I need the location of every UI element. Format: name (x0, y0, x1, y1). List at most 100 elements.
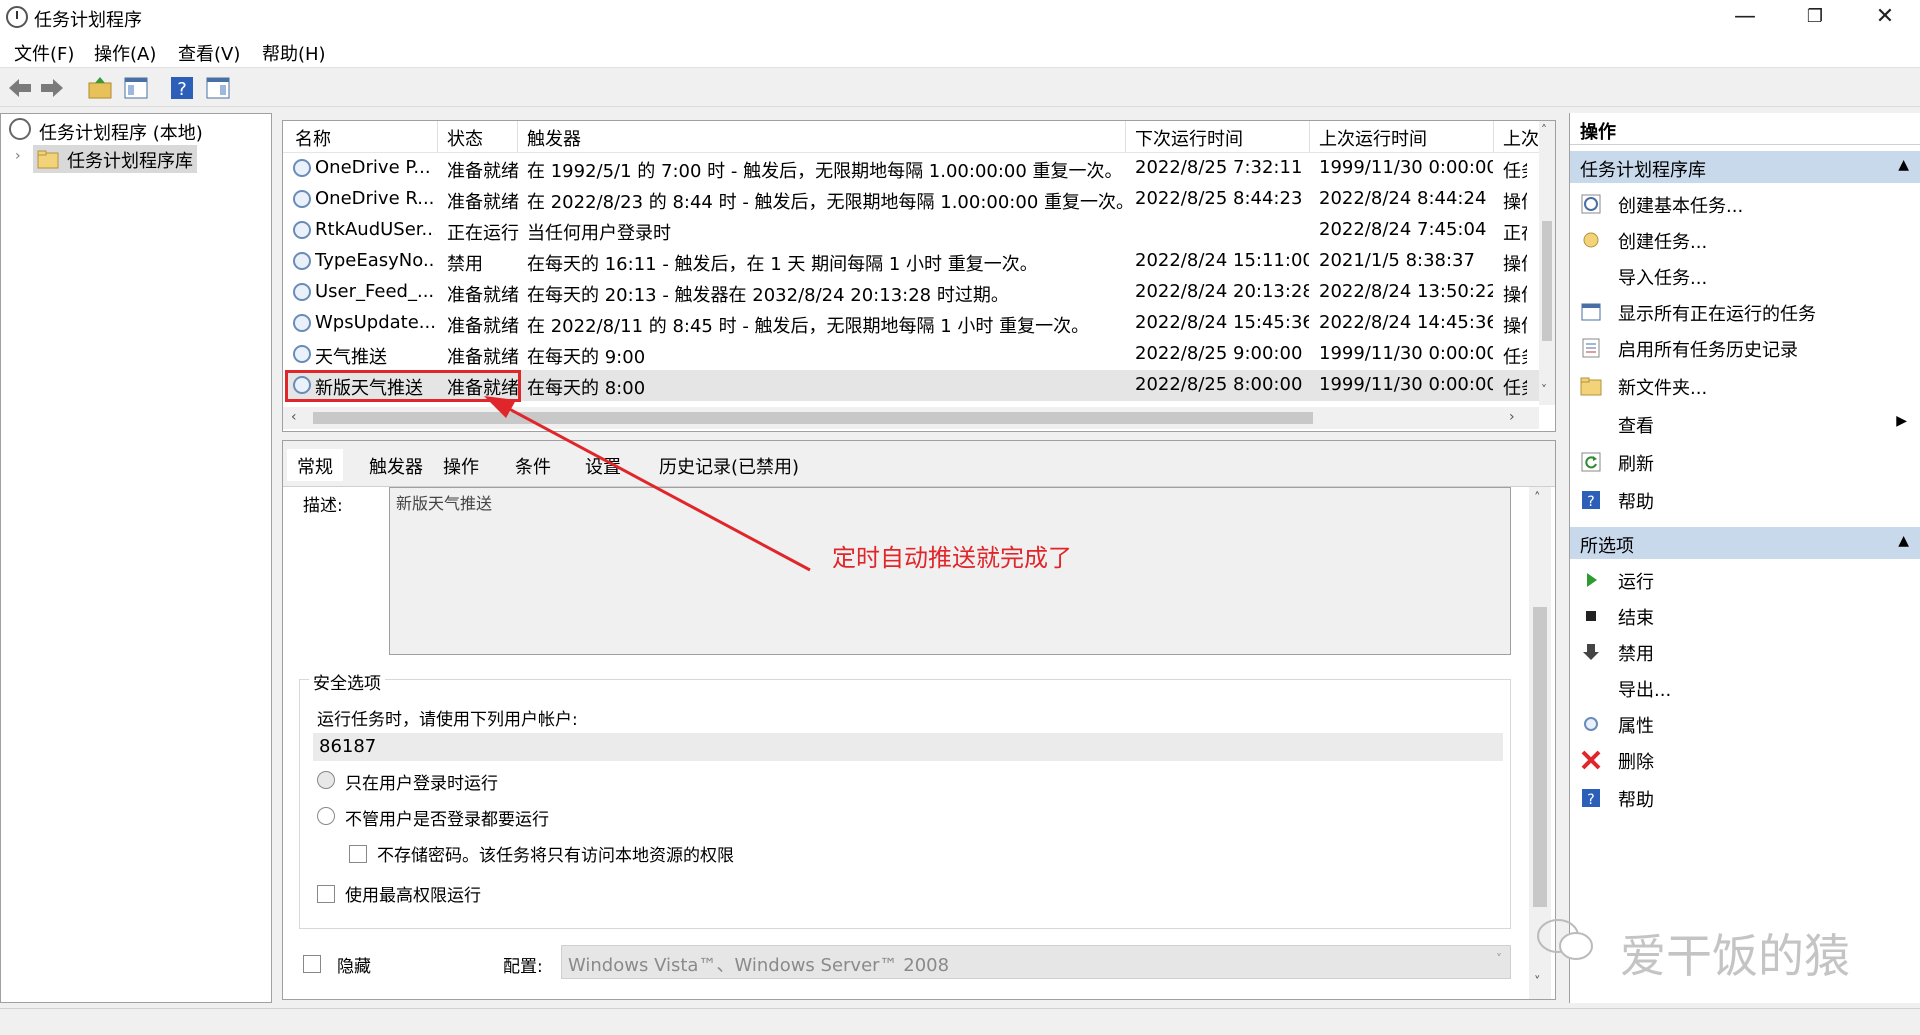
table-row[interactable]: OneDrive P... 准备就绪 在 1992/5/1 的 7:00 时 -… (285, 153, 1547, 184)
tab-general[interactable]: 常规 (287, 449, 343, 481)
help-icon[interactable]: ? (168, 74, 196, 102)
window-title: 任务计划程序 (34, 10, 142, 31)
action-help-selected[interactable]: ? 帮助 (1570, 779, 1920, 815)
checkbox-hidden[interactable] (303, 955, 321, 973)
task-last-result: 正在 (1503, 223, 1527, 244)
scroll-left-icon[interactable]: ‹ (291, 409, 297, 425)
action-disable[interactable]: 禁用 (1570, 633, 1920, 669)
column-last-run[interactable]: 上次运行时间 (1319, 125, 1427, 151)
table-row[interactable]: User_Feed_... 准备就绪 在每天的 20:13 - 触发器在 203… (285, 277, 1547, 308)
action-new-folder[interactable]: 新文件夹... (1570, 367, 1920, 403)
scroll-up-icon[interactable]: ˄ (1534, 491, 1541, 506)
tree-root[interactable]: 任务计划程序 (本地) (39, 119, 203, 145)
collapse-up-icon[interactable]: ▲ (1898, 157, 1909, 173)
action-delete[interactable]: 删除 (1570, 741, 1920, 777)
action-label: 帮助 (1618, 790, 1654, 811)
action-create-basic-task[interactable]: 创建基本任务... (1570, 185, 1920, 221)
clock-app-icon (6, 6, 28, 28)
security-options-title: 安全选项 (309, 669, 385, 694)
action-export[interactable]: 导出... (1570, 669, 1920, 705)
scroll-down-icon[interactable]: ˅ (1534, 975, 1541, 990)
tab-triggers[interactable]: 触发器 (359, 449, 433, 481)
config-select[interactable]: Windows Vista™、Windows Server™ 2008 ˅ (561, 945, 1511, 979)
stop-icon (1586, 611, 1596, 621)
action-label: 属性 (1618, 716, 1654, 737)
radio-logged-on-only[interactable] (317, 771, 335, 789)
action-enable-history[interactable]: 启用所有任务历史记录 (1570, 329, 1920, 365)
task-last-result: 操作 (1503, 254, 1527, 275)
menu-help[interactable]: 帮助(H) (262, 40, 326, 66)
forward-arrow-icon[interactable] (38, 74, 66, 102)
task-trigger: 在每天的 20:13 - 触发器在 2032/8/24 20:13:28 时过期… (527, 285, 1009, 306)
checkbox-no-store-password[interactable] (349, 845, 367, 863)
section-library[interactable]: 任务计划程序库 ▲ (1570, 151, 1920, 183)
section-selected-item[interactable]: 所选项 ▲ (1570, 527, 1920, 559)
column-divider[interactable] (517, 121, 518, 153)
expand-chevron-icon[interactable]: › (15, 148, 21, 164)
task-last-run: 2021/1/5 8:38:37 (1319, 250, 1475, 271)
up-folder-icon[interactable] (86, 74, 114, 102)
close-button[interactable]: ✕ (1850, 0, 1920, 34)
radio-run-whether-logged-on[interactable] (317, 807, 335, 825)
table-row[interactable]: WpsUpdate... 准备就绪 在 2022/8/11 的 8:45 时 -… (285, 308, 1547, 339)
scroll-down-icon[interactable]: ˅ (1541, 383, 1547, 397)
task-last-run: 2022/8/24 13:50:22 (1319, 281, 1493, 302)
column-divider[interactable] (1125, 121, 1126, 153)
task-trigger: 在每天的 16:11 - 触发后，在 1 天 期间每隔 1 小时 重复一次。 (527, 254, 1038, 275)
scroll-up-icon[interactable]: ˄ (1541, 123, 1547, 137)
action-label: 新文件夹... (1618, 378, 1708, 399)
scrollbar-thumb[interactable] (1542, 221, 1552, 341)
action-run[interactable]: 运行 (1570, 561, 1920, 597)
table-row[interactable]: TypeEasyNo... 禁用 在每天的 16:11 - 触发后，在 1 天 … (285, 246, 1547, 277)
minimize-button[interactable]: — (1710, 0, 1780, 34)
menu-action[interactable]: 操作(A) (94, 40, 156, 66)
svg-text:?: ? (1587, 792, 1594, 808)
action-show-running-tasks[interactable]: 显示所有正在运行的任务 (1570, 293, 1920, 329)
scrollbar-thumb[interactable] (1533, 607, 1547, 907)
column-divider[interactable] (1309, 121, 1310, 153)
maximize-button[interactable]: ❐ (1780, 0, 1850, 34)
table-row[interactable]: RtkAudUSer... 正在运行 当任何用户登录时 2022/8/24 7:… (285, 215, 1547, 246)
table-row[interactable]: OneDrive R... 准备就绪 在 2022/8/23 的 8:44 时 … (285, 184, 1547, 215)
collapse-up-icon[interactable]: ▲ (1898, 533, 1909, 549)
action-view[interactable]: 查看 ▶ (1570, 405, 1920, 441)
back-arrow-icon[interactable] (6, 74, 34, 102)
action-refresh[interactable]: 刷新 (1570, 443, 1920, 479)
action-properties[interactable]: 属性 (1570, 705, 1920, 741)
column-divider[interactable] (437, 121, 438, 153)
task-clock-icon (293, 252, 311, 270)
menu-view[interactable]: 查看(V) (178, 40, 240, 66)
action-create-task[interactable]: 创建任务... (1570, 221, 1920, 257)
show-hide-tree-icon[interactable] (122, 74, 150, 102)
menu-file[interactable]: 文件(F) (14, 40, 74, 66)
action-label: 帮助 (1618, 492, 1654, 513)
column-status[interactable]: 状态 (447, 125, 483, 151)
show-action-pane-icon[interactable] (204, 74, 232, 102)
task-last-run: 2022/8/24 8:44:24 (1319, 188, 1487, 209)
task-last-run: 1999/11/30 0:00:00 (1319, 374, 1493, 395)
vertical-scrollbar[interactable]: ˄ ˅ (1539, 121, 1555, 405)
column-name[interactable]: 名称 (295, 125, 331, 151)
task-last-result: 操作 (1503, 316, 1527, 337)
column-last-result[interactable]: 上次 (1503, 125, 1543, 151)
tree-item-library[interactable]: 任务计划程序库 (33, 145, 197, 173)
config-label: 配置: (503, 957, 543, 977)
down-arrow-icon (1583, 644, 1599, 660)
scroll-right-icon[interactable]: › (1509, 409, 1515, 425)
submenu-arrow-icon: ▶ (1896, 413, 1907, 429)
chevron-down-icon: ˅ (1496, 952, 1502, 966)
task-name: RtkAudUSer... (315, 219, 435, 240)
action-end[interactable]: 结束 (1570, 597, 1920, 633)
table-row[interactable]: 天气推送 准备就绪 在每天的 9:00 2022/8/25 9:00:00 19… (285, 339, 1547, 370)
basic-task-icon (1581, 194, 1601, 214)
svg-text:?: ? (1587, 494, 1594, 510)
action-label: 启用所有任务历史记录 (1618, 340, 1798, 361)
task-last-result: 操作 (1503, 285, 1527, 306)
column-next-run[interactable]: 下次运行时间 (1135, 125, 1243, 151)
column-trigger[interactable]: 触发器 (527, 125, 581, 151)
checkbox-highest-privileges[interactable] (317, 885, 335, 903)
action-help[interactable]: ? 帮助 (1570, 481, 1920, 517)
column-divider[interactable] (1493, 121, 1494, 153)
tree-item-label: 任务计划程序库 (67, 151, 193, 172)
action-import-task[interactable]: 导入任务... (1570, 257, 1920, 293)
